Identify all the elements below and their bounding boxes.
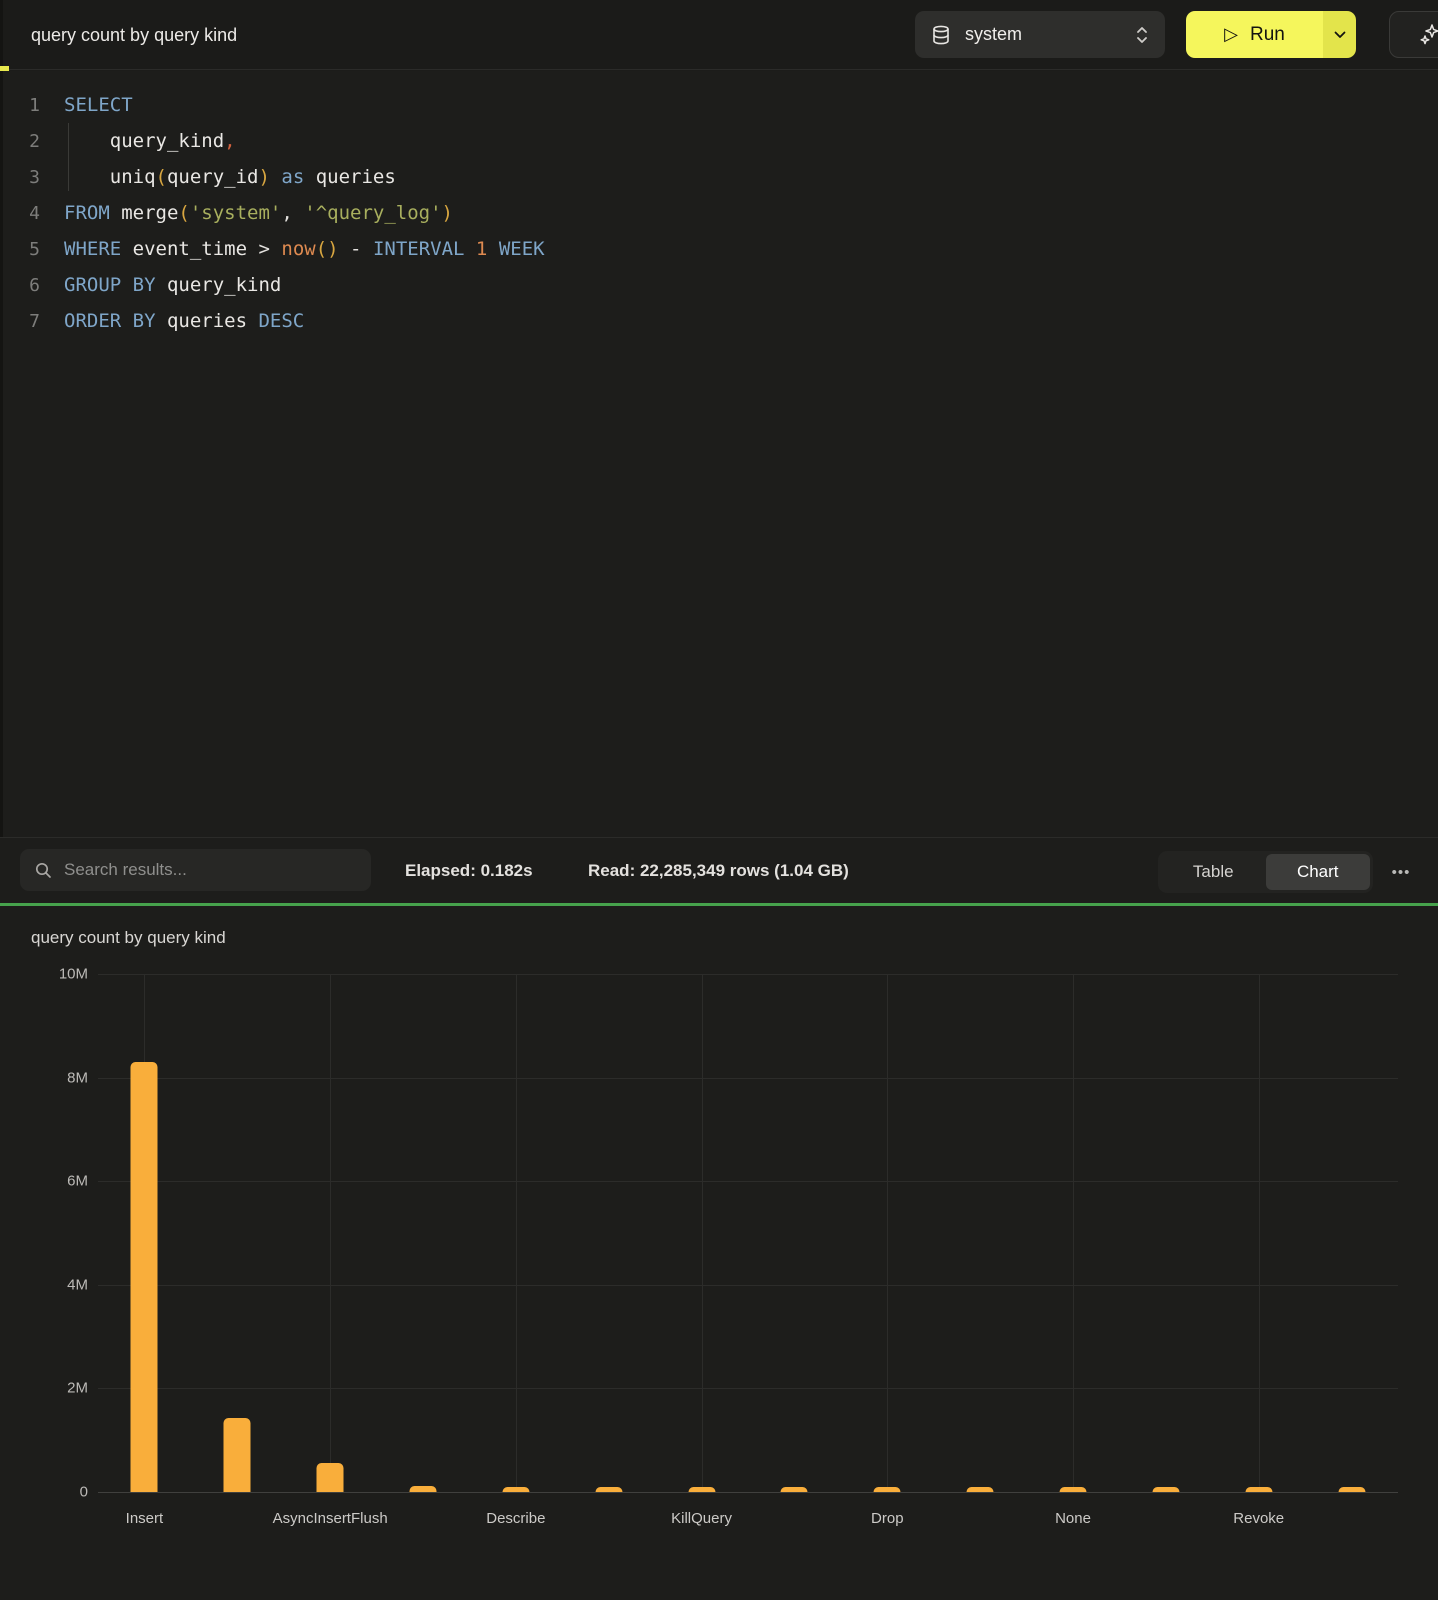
database-icon [931, 25, 951, 45]
line-number: 1 [0, 95, 40, 116]
y-axis-tick: 4M [34, 1277, 88, 1294]
header-bar: query count by query kind system ▷ Run [0, 0, 1438, 70]
v-gridline [702, 974, 703, 1492]
code-area[interactable]: 1 SELECT 2 query_kind, 3 uniq(query_id) … [0, 87, 1438, 339]
bar-series-4[interactable] [410, 1486, 437, 1492]
x-axis-label: Revoke [1233, 1510, 1284, 1527]
y-axis-tick: 2M [34, 1380, 88, 1397]
v-gridline [516, 974, 517, 1492]
h-gridline [98, 1285, 1398, 1286]
sql-console: query count by query kind system ▷ Run [0, 0, 1438, 1600]
bar-series-6[interactable] [595, 1487, 622, 1492]
y-axis-tick: 8M [34, 1070, 88, 1087]
sql-editor[interactable]: 1 SELECT 2 query_kind, 3 uniq(query_id) … [0, 71, 1438, 837]
bar-series-8[interactable] [781, 1487, 808, 1492]
y-axis-tick: 6M [34, 1173, 88, 1190]
view-toggle: Table Chart [1158, 851, 1373, 893]
line-number: 4 [0, 203, 40, 224]
editor-left-edge [0, 0, 3, 837]
x-axis-label: Describe [486, 1510, 545, 1527]
h-gridline [98, 1078, 1398, 1079]
line-number: 7 [0, 311, 40, 332]
code-line-4[interactable]: 4 FROM merge('system', '^query_log') [0, 195, 1438, 231]
more-options-icon[interactable]: ••• [1381, 851, 1421, 893]
code-line-1[interactable]: 1 SELECT [0, 87, 1438, 123]
line-number: 3 [0, 167, 40, 188]
bar-series-10[interactable] [967, 1487, 994, 1492]
database-selector-value: system [965, 24, 1135, 45]
run-options-button[interactable] [1323, 11, 1356, 58]
code-line-3[interactable]: 3 uniq(query_id) as queries [0, 159, 1438, 195]
search-placeholder: Search results... [64, 860, 187, 880]
code-line-5[interactable]: 5 WHERE event_time > now() - INTERVAL 1 … [0, 231, 1438, 267]
bar-Revoke[interactable] [1245, 1487, 1272, 1492]
bar-KillQuery[interactable] [688, 1487, 715, 1492]
bar-series-12[interactable] [1152, 1487, 1179, 1492]
search-results-input[interactable]: Search results... [20, 849, 371, 891]
search-icon [34, 861, 52, 879]
query-tab-title: query count by query kind [31, 0, 237, 70]
y-axis-tick: 10M [34, 966, 88, 983]
read-stat: Read: 22,285,349 rows (1.04 GB) [588, 838, 849, 904]
bar-Insert[interactable] [131, 1062, 158, 1492]
bar-series-2[interactable] [224, 1418, 251, 1492]
tab-table[interactable]: Table [1161, 854, 1266, 890]
v-gridline [1259, 974, 1260, 1492]
bar-Drop[interactable] [874, 1487, 901, 1492]
tab-chart[interactable]: Chart [1266, 854, 1371, 890]
chevron-down-icon [1334, 31, 1346, 39]
chart-panel: query count by query kind 10M8M6M4M2M0In… [0, 906, 1438, 1600]
ai-assist-button[interactable] [1389, 11, 1438, 58]
code-line-6[interactable]: 6 GROUP BY query_kind [0, 267, 1438, 303]
chevron-updown-icon [1135, 24, 1149, 46]
run-button-group: ▷ Run [1186, 11, 1356, 58]
h-gridline [98, 974, 1398, 975]
x-axis-label: KillQuery [671, 1510, 732, 1527]
x-axis-label: Drop [871, 1510, 904, 1527]
x-axis-label: None [1055, 1510, 1091, 1527]
h-gridline [98, 1388, 1398, 1389]
bar-AsyncInsertFlush[interactable] [317, 1463, 344, 1492]
bar-None[interactable] [1060, 1487, 1087, 1492]
sparkles-icon [1418, 23, 1438, 47]
play-icon: ▷ [1224, 25, 1238, 43]
v-gridline [1073, 974, 1074, 1492]
y-axis-tick: 0 [34, 1484, 88, 1501]
v-gridline [887, 974, 888, 1492]
bar-series-14[interactable] [1338, 1487, 1365, 1492]
code-line-7[interactable]: 7 ORDER BY queries DESC [0, 303, 1438, 339]
x-axis-line [98, 1492, 1398, 1493]
run-button-label: Run [1250, 24, 1285, 46]
v-gridline [330, 974, 331, 1492]
bar-Describe[interactable] [502, 1487, 529, 1492]
chart-title: query count by query kind [31, 928, 226, 948]
x-axis-label: Insert [126, 1510, 164, 1527]
active-tab-indicator [0, 66, 9, 71]
run-button[interactable]: ▷ Run [1186, 11, 1323, 58]
results-toolbar: Search results... Elapsed: 0.182s Read: … [0, 837, 1438, 903]
code-line-2[interactable]: 2 query_kind, [0, 123, 1438, 159]
line-number: 5 [0, 239, 40, 260]
h-gridline [98, 1181, 1398, 1182]
line-number: 6 [0, 275, 40, 296]
x-axis-label: AsyncInsertFlush [273, 1510, 388, 1527]
database-selector[interactable]: system [915, 11, 1165, 58]
elapsed-stat: Elapsed: 0.182s [405, 838, 533, 904]
bar-chart-plot: 10M8M6M4M2M0InsertAsyncInsertFlushDescri… [98, 974, 1398, 1492]
line-number: 2 [0, 131, 40, 152]
